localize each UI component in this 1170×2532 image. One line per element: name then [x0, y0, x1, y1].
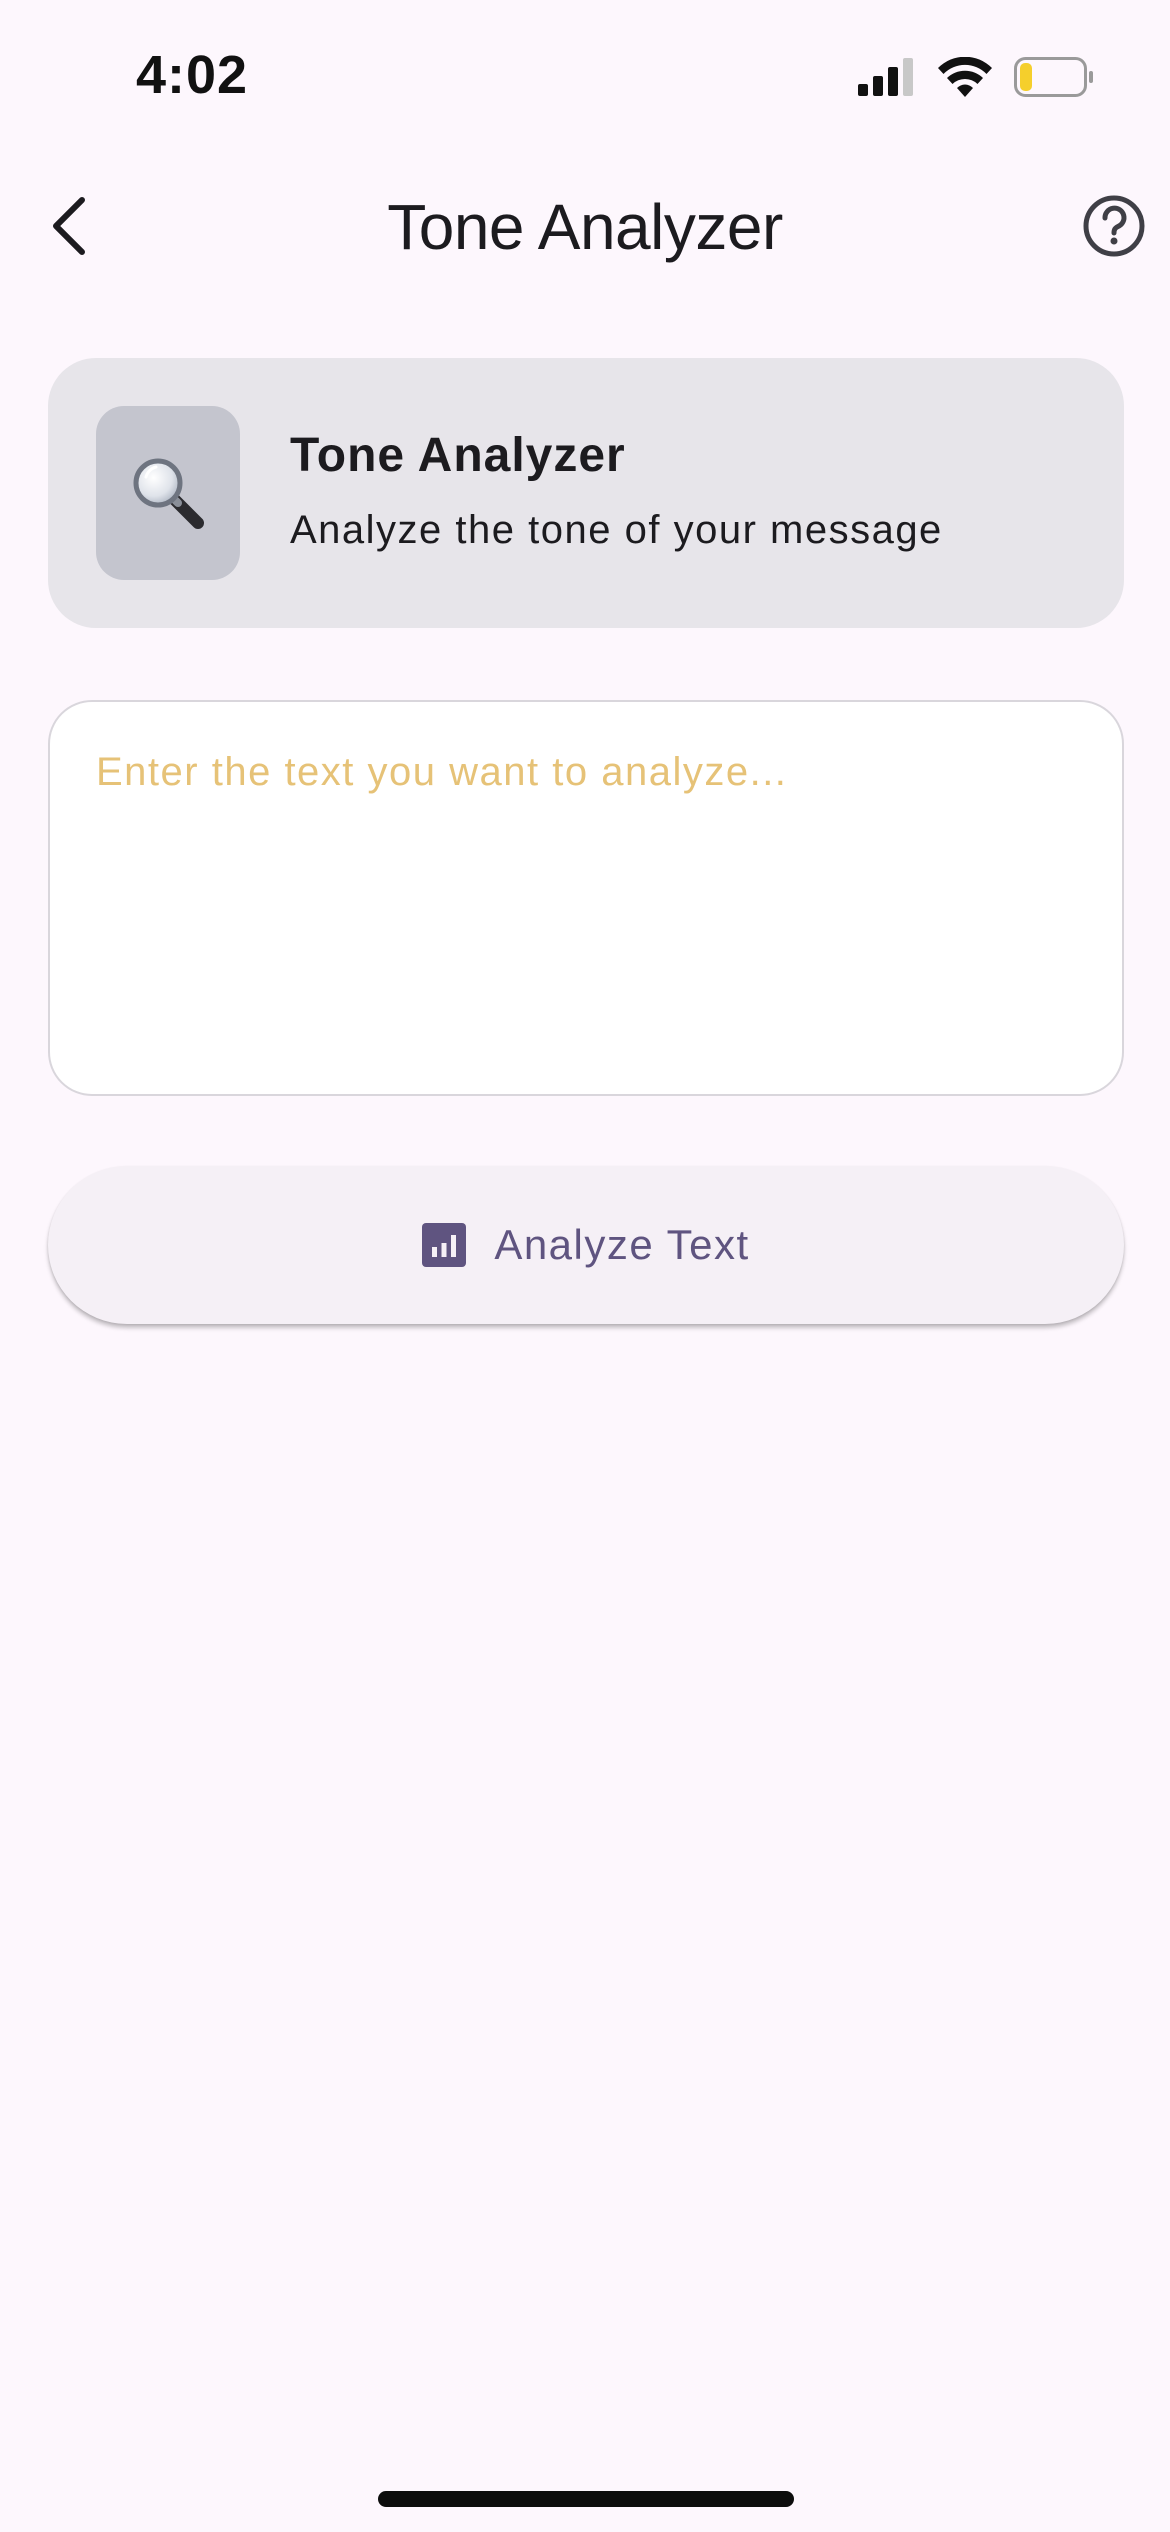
- magnifying-glass-icon: [133, 458, 204, 529]
- help-button[interactable]: [1072, 184, 1156, 268]
- info-card-title: Tone Analyzer: [290, 429, 626, 482]
- help-circle-icon: [1083, 195, 1145, 257]
- analyze-button-label: Analyze Text: [494, 1221, 750, 1268]
- status-icons: [858, 54, 1094, 100]
- text-input-container: [48, 700, 1124, 1096]
- home-indicator[interactable]: [378, 2491, 794, 2507]
- text-to-analyze-input[interactable]: [96, 750, 1076, 1050]
- bar-chart-icon: [422, 1223, 467, 1267]
- top-app-bar: Tone Analyzer: [0, 160, 1170, 292]
- analyze-text-button[interactable]: Analyze Text: [48, 1166, 1124, 1324]
- status-bar: 4:02: [0, 0, 1170, 150]
- status-time: 4:02: [136, 45, 249, 105]
- battery-low-icon: [1014, 57, 1093, 97]
- info-icon-container: [96, 406, 240, 580]
- info-card: Tone Analyzer Analyze the tone of your m…: [48, 358, 1124, 628]
- info-card-subtitle: Analyze the tone of your message: [290, 508, 943, 552]
- cellular-signal-icon: [858, 58, 913, 96]
- wifi-icon: [938, 57, 992, 97]
- page-title: Tone Analyzer: [387, 191, 783, 263]
